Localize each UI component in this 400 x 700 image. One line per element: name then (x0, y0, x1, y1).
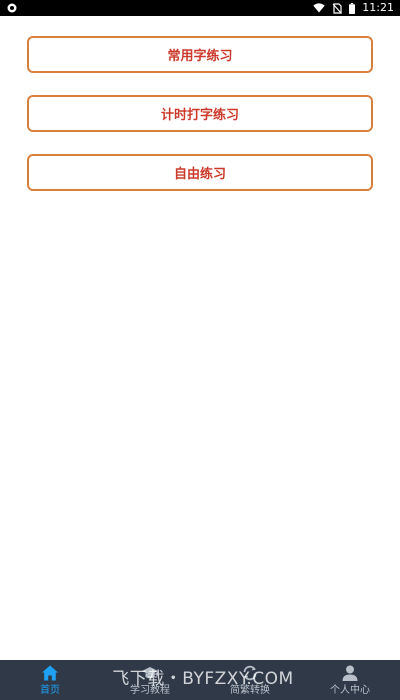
nav-label-tutorial: 学习教程 (130, 685, 170, 696)
nav-item-tutorial[interactable]: 学习教程 (100, 660, 200, 700)
status-time: 11:21 (362, 1, 394, 14)
nav-item-profile[interactable]: 个人中心 (300, 660, 400, 700)
convert-icon (243, 665, 257, 681)
user-icon (342, 665, 358, 681)
nav-label-profile: 个人中心 (330, 685, 370, 696)
timed-typing-practice-button[interactable]: 计时打字练习 (27, 95, 373, 132)
common-characters-practice-button[interactable]: 常用字练习 (27, 36, 373, 73)
bottom-nav: 首页 学习教程 简繁转换 个人中心 (0, 660, 400, 700)
status-bar-right: 11:21 (313, 0, 394, 16)
nav-label-home: 首页 (40, 685, 60, 696)
no-sim-icon (332, 2, 343, 14)
nav-label-convert: 简繁转换 (230, 685, 270, 696)
nav-item-home[interactable]: 首页 (0, 660, 100, 700)
nav-item-convert[interactable]: 简繁转换 (200, 660, 300, 700)
wifi-icon (313, 3, 325, 13)
app-notification-icon (7, 3, 17, 13)
status-bar: 11:21 (0, 0, 400, 16)
graduation-cap-icon (142, 667, 158, 679)
home-icon (42, 665, 58, 681)
free-practice-button[interactable]: 自由练习 (27, 154, 373, 191)
battery-icon (349, 2, 356, 14)
